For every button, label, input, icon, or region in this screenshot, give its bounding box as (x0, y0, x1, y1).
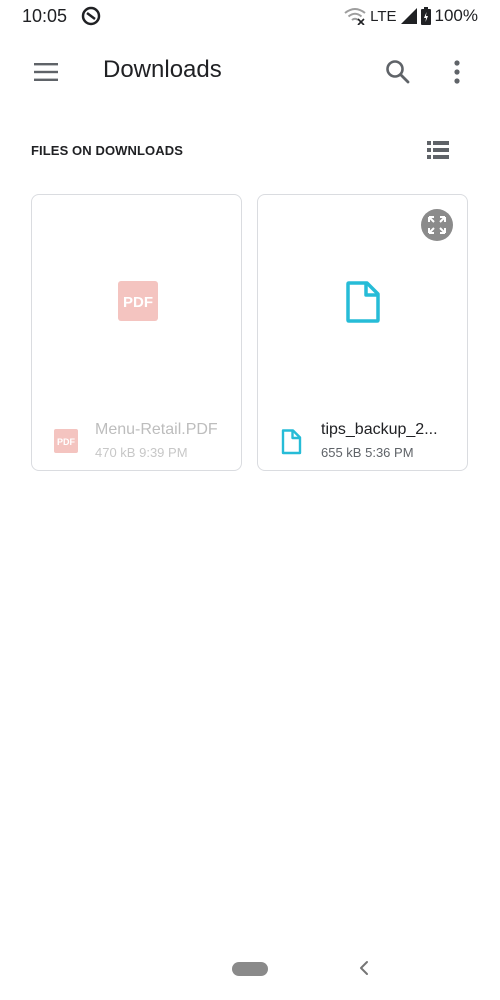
section-title: FILES ON DOWNLOADS (31, 143, 184, 158)
pdf-badge-text: PDF (123, 294, 153, 311)
file-footer: PDF Menu-Retail.PDF 470 kB 9:39 PM (32, 417, 241, 467)
file-meta: 655 kB 5:36 PM (321, 445, 414, 460)
more-vert-icon (454, 60, 460, 84)
battery-icon (420, 7, 431, 25)
file-small-icon (281, 429, 302, 455)
app-bar: Downloads (0, 40, 500, 104)
pdf-small-icon: PDF (54, 429, 78, 453)
data-saver-icon (81, 6, 101, 26)
file-size: 655 kB (321, 445, 362, 460)
search-icon (386, 60, 410, 84)
navigation-bar (0, 940, 500, 1000)
more-options-button[interactable] (440, 54, 474, 90)
wifi-off-icon (344, 8, 366, 25)
file-time: 5:36 PM (365, 445, 414, 460)
search-button[interactable] (380, 54, 416, 90)
file-card-tips-backup[interactable]: tips_backup_2... 655 kB 5:36 PM (257, 194, 468, 471)
file-thumbnail: PDF (32, 195, 241, 405)
file-footer: tips_backup_2... 655 kB 5:36 PM (258, 417, 467, 467)
pdf-small-badge-text: PDF (57, 437, 76, 447)
status-indicators: LTE 100% (344, 5, 478, 27)
file-meta: 470 kB 9:39 PM (95, 445, 188, 460)
home-pill[interactable] (232, 962, 268, 976)
file-icon (346, 281, 380, 323)
file-name: tips_backup_2... (321, 421, 438, 438)
file-time: 9:39 PM (139, 445, 188, 460)
file-size: 470 kB (95, 445, 136, 460)
page-title: Downloads (103, 56, 222, 83)
pdf-icon: PDF (118, 281, 158, 321)
file-thumbnail (258, 195, 467, 405)
expand-preview-button[interactable] (421, 209, 453, 241)
file-name: Menu-Retail.PDF (95, 421, 218, 438)
battery-percent: 100% (434, 6, 478, 25)
menu-button[interactable] (26, 54, 66, 90)
file-card-menu-retail[interactable]: PDF PDF Menu-Retail.PDF 470 kB 9:39 PM (31, 194, 242, 471)
network-type: LTE (370, 7, 397, 25)
status-time: 10:05 (22, 6, 68, 26)
status-bar: 10:05 LTE 100% (0, 0, 500, 34)
list-view-icon (427, 141, 449, 159)
menu-icon (34, 63, 58, 81)
list-view-button[interactable] (420, 134, 456, 168)
back-icon[interactable] (354, 956, 374, 980)
expand-icon (428, 216, 446, 234)
signal-icon (400, 8, 417, 24)
